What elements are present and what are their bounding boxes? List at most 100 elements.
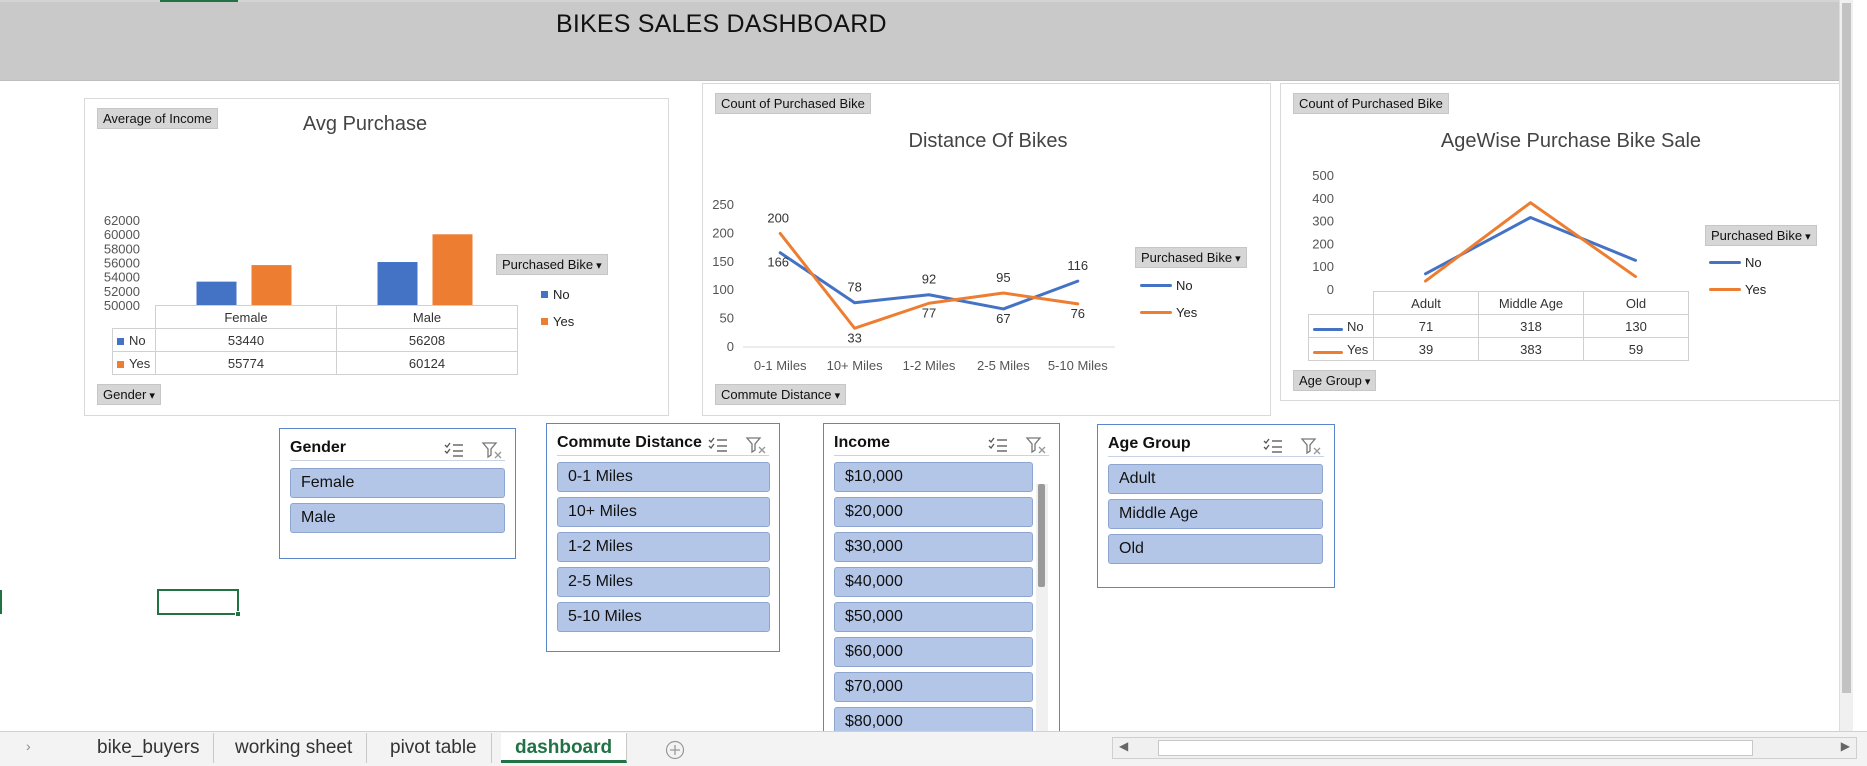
multi-select-icon[interactable] [987,436,1009,454]
y-tick-label: 150 [712,254,734,269]
x-tick-label: 10+ Miles [827,358,883,373]
multi-select-icon[interactable] [1262,437,1284,455]
horizontal-scrollbar[interactable]: ◀ ▶ [1112,737,1857,759]
y-tick-label: 100 [712,282,734,297]
slicer-item-income-40000[interactable]: $40,000 [834,567,1033,597]
tab-bike-buyers[interactable]: bike_buyers [83,733,215,763]
slicer-title: Gender [290,439,347,456]
slicer-header: Age Group [1108,433,1324,457]
agewise-purchase-chart[interactable]: Count of Purchased Bike AgeWise Purchase… [1280,83,1840,401]
purchased-bike-field-button[interactable]: Purchased Bike [496,254,608,275]
slicer-item-income-20000[interactable]: $20,000 [834,497,1033,527]
legend: No Yes [541,281,574,335]
data-label-yes: 200 [767,210,789,225]
multi-select-icon[interactable] [443,441,465,459]
slicer-item-income-60000[interactable]: $60,000 [834,637,1033,667]
scroll-left-icon[interactable]: ◀ [1119,739,1128,753]
fill-handle[interactable] [235,611,241,617]
legend-label: No [1745,255,1762,270]
bar-no-female [196,281,237,306]
avg-purchase-chart[interactable]: Average of Income Avg Purchase 62000 6000… [84,98,669,416]
legend-label: Yes [1745,282,1767,297]
vertical-scrollbar[interactable] [1839,0,1853,731]
clear-filter-icon[interactable] [745,436,767,454]
slicer-item-1-2-miles[interactable]: 1-2 Miles [557,532,770,562]
table-row-yes: Yes 39 383 59 [1308,337,1689,361]
gender-field-button[interactable]: Gender [97,384,161,405]
slicer-header: Gender [290,437,505,461]
horizontal-scroll-thumb[interactable] [1158,740,1753,756]
distance-of-bikes-chart[interactable]: Count of Purchased Bike Distance Of Bike… [702,83,1271,416]
legend: No Yes [1140,272,1197,326]
slicer-scrollbar[interactable] [1036,484,1048,732]
y-tick-label: 250 [712,197,734,212]
x-tick-label: 5-10 Miles [1048,358,1108,373]
legend-item-no: No [541,281,574,308]
worksheet[interactable]: BIKES SALES DASHBOARD Average of Income … [0,0,1853,732]
tab-dashboard[interactable]: dashboard [501,733,628,763]
data-label-no: 78 [847,280,861,295]
legend-item-yes: Yes [1709,276,1766,303]
slicer-item-old[interactable]: Old [1108,534,1323,564]
active-cell[interactable] [157,589,239,615]
clear-filter-icon[interactable] [1300,437,1322,455]
y-tick-label: 0 [727,339,734,354]
slicer-scroll-thumb[interactable] [1038,484,1045,587]
cell-value: 39 [1373,337,1479,361]
table-row-yes: Yes 55774 60124 [112,351,518,375]
commute-distance-field-button[interactable]: Commute Distance [715,384,847,405]
slicer-item-5-10-miles[interactable]: 5-10 Miles [557,602,770,632]
slicer-item-male[interactable]: Male [290,503,505,533]
slicer-item-0-1-miles[interactable]: 0-1 Miles [557,462,770,492]
scroll-right-icon[interactable]: ▶ [1841,739,1850,753]
legend-item-yes: Yes [541,308,574,335]
add-sheet-icon[interactable] [665,740,685,760]
slicer-item-income-30000[interactable]: $30,000 [834,532,1033,562]
clear-filter-icon[interactable] [1025,436,1047,454]
table-row-no: No 71 318 130 [1308,314,1689,338]
slicer-item-middle-age[interactable]: Middle Age [1108,499,1323,529]
vertical-scroll-thumb[interactable] [1842,3,1851,693]
slicer-item-income-70000[interactable]: $70,000 [834,672,1033,702]
tab-pivot-table[interactable]: pivot table [376,733,492,763]
y-tick-label: 400 [1312,191,1334,206]
age-group-slicer[interactable]: Age Group Adult Middle Age Old [1097,424,1335,588]
gender-slicer[interactable]: Gender Female Male [279,428,516,559]
purchased-bike-field-button[interactable]: Purchased Bike [1705,225,1817,246]
data-label-yes: 95 [996,270,1010,285]
tab-working-sheet[interactable]: working sheet [221,733,368,763]
x-tick-label: 2-5 Miles [977,358,1030,373]
bar-no-male [377,262,418,306]
x-tick-label: 0-1 Miles [754,358,807,373]
slicer-item-income-10000[interactable]: $10,000 [834,462,1033,492]
slicer-header: Commute Distance [557,432,769,456]
tab-scroll-right-icon[interactable]: › [26,738,31,754]
cell-value: 318 [1478,314,1584,338]
yes-swatch-icon [117,360,124,368]
legend-label: No [1176,278,1193,293]
slicer-item-income-80000[interactable]: $80,000 [834,707,1033,732]
cell-value: 59 [1583,337,1689,361]
slicer-title: Commute Distance [557,434,702,451]
no-line-icon [1313,327,1343,331]
age-group-field-button[interactable]: Age Group [1293,370,1377,391]
slicer-item-10-plus-miles[interactable]: 10+ Miles [557,497,770,527]
slicer-item-2-5-miles[interactable]: 2-5 Miles [557,567,770,597]
data-label-no: 166 [767,255,789,270]
clear-filter-icon[interactable] [481,441,503,459]
agewise-data-table: Adult Middle Age Old No 71 318 130 Yes 3… [1308,291,1689,361]
commute-distance-slicer[interactable]: Commute Distance 0-1 Miles 10+ Miles 1-2… [546,423,780,652]
cell-value: 60124 [336,351,518,375]
slicer-item-female[interactable]: Female [290,468,505,498]
multi-select-icon[interactable] [707,436,729,454]
data-label-no: 67 [996,311,1010,326]
legend: No Yes [1709,249,1766,303]
slicer-item-adult[interactable]: Adult [1108,464,1323,494]
cell-value: 383 [1478,337,1584,361]
y-tick-label: 60000 [104,227,140,242]
y-tick-label: 56000 [104,256,140,271]
slicer-item-income-50000[interactable]: $50,000 [834,602,1033,632]
purchased-bike-field-button[interactable]: Purchased Bike [1135,247,1247,268]
active-row-marker [0,590,2,614]
income-slicer[interactable]: Income $10,000 $20,000 $30,000 $40,000 $… [823,423,1060,732]
